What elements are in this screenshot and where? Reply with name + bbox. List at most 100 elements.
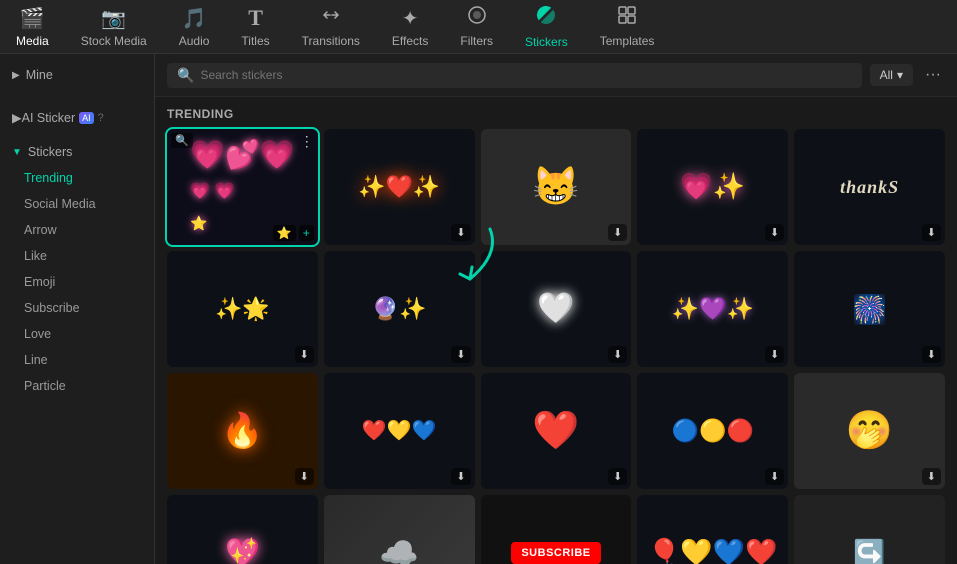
sidebar-item-arrow[interactable]: Arrow [0,217,154,243]
sidebar-section-stickers: ▼ Stickers Trending Social Media Arrow L… [0,139,154,399]
sticker-cell-cat[interactable]: 😸 ⬇ [481,129,632,245]
sidebar-item-particle[interactable]: Particle [0,373,154,399]
sidebar-stickers-header[interactable]: ▼ Stickers [0,139,154,165]
sticker-cell-pink-heart-sparkle[interactable]: 💖 ⬇ [167,495,318,564]
nav-stock-media[interactable]: 📷 Stock Media [65,0,163,54]
download-btn-2[interactable]: ⬇ [451,224,470,241]
nav-effects-label: Effects [392,34,428,48]
templates-icon [617,5,637,31]
sticker-cell-bubbles[interactable]: 🔵🟡🔴 ⬇ [637,373,788,489]
sticker-cell-arrow-like[interactable]: ↪️ ⬇ [794,495,945,564]
download-btn-13[interactable]: ⬇ [608,468,627,485]
filter-chevron-icon: ▾ [897,68,903,82]
sidebar-item-love[interactable]: Love [0,321,154,347]
sticker-cell-subscribe[interactable]: SUBSCRIBE ⬇ [481,495,632,564]
more-icon: ··· [925,66,941,83]
filter-button[interactable]: All ▾ [870,64,913,86]
nav-audio[interactable]: 🎵 Audio [163,0,226,54]
sticker-add-btn[interactable]: + [299,225,314,241]
subscribe-label: Subscribe [24,301,80,315]
trending-label: Trending [24,171,73,185]
download-btn-12[interactable]: ⬇ [451,468,470,485]
stock-media-icon: 📷 [101,6,126,31]
sticker-cell-thanks[interactable]: thankS ⬇ [794,129,945,245]
sidebar-section-ai: ▶ AI Sticker AI ? [0,96,154,139]
sticker-cell-bokeh-hearts[interactable]: ✨❤️✨ ⬇ [324,129,475,245]
nav-transitions[interactable]: Transitions [286,0,376,54]
sidebar-section-mine: ▶ Mine [0,54,154,96]
sticker-cell-fire[interactable]: 🔥 ⬇ [167,373,318,489]
sticker-cell-sparkle-heart[interactable]: 💗✨ ⬇ [637,129,788,245]
stickers-arrow-icon: ▼ [12,147,22,158]
top-navigation: 🎬 Media 📷 Stock Media 🎵 Audio T Titles T… [0,0,957,54]
nav-effects[interactable]: ✦ Effects [376,0,444,54]
sticker-cell-swirl[interactable]: 🔮✨ ⬇ [324,251,475,367]
download-btn-3[interactable]: ⬇ [608,224,627,241]
emoji-label: Emoji [24,275,55,289]
nav-media-label: Media [16,34,49,48]
sidebar-item-emoji[interactable]: Emoji [0,269,154,295]
hearts-sticker: 💗💕💗💗 💗 ⭐ [190,138,295,235]
download-btn-5[interactable]: ⬇ [922,224,941,241]
nav-templates[interactable]: Templates [584,0,671,54]
sparkle-trail-sticker: ✨🌟 [215,296,270,322]
search-bar: 🔍 All ▾ ··· [155,54,957,97]
download-btn-10[interactable]: ⬇ [922,346,941,363]
sticker-cell-sparkle-trail[interactable]: ✨🌟 ⬇ [167,251,318,367]
happy-face-sticker: 🤭 [846,409,893,453]
stickers-icon [535,4,557,32]
download-btn-9[interactable]: ⬇ [765,346,784,363]
sticker-grid-area: TRENDING 💗💕💗💗 💗 ⭐ 🔍 ⋮ ⭐ + [155,97,957,564]
sidebar-item-social-media[interactable]: Social Media [0,191,154,217]
sidebar-item-trending[interactable]: Trending [0,165,154,191]
sticker-cell-fireworks[interactable]: 🎆 ⬇ [794,251,945,367]
sticker-search-btn[interactable]: 🔍 [171,133,193,148]
ai-badge: AI [79,112,94,124]
sticker-cell-hearts[interactable]: 💗💕💗💗 💗 ⭐ 🔍 ⋮ ⭐ + [167,129,318,245]
download-btn-6[interactable]: ⬇ [295,346,314,363]
fire-sticker: 🔥 [221,411,263,451]
download-btn-14[interactable]: ⬇ [765,468,784,485]
swirl-sticker: 🔮✨ [372,296,427,322]
sticker-favorite-btn[interactable]: ⭐ [273,225,296,241]
nav-audio-label: Audio [179,34,210,48]
sidebar-stickers-label: Stickers [28,145,72,159]
nav-titles[interactable]: T Titles [225,0,285,54]
download-btn-7[interactable]: ⬇ [451,346,470,363]
bokeh-hearts-sticker: ✨❤️✨ [358,174,440,200]
sidebar-ai-sticker[interactable]: ▶ AI Sticker AI ? [0,104,154,131]
download-btn-15[interactable]: ⬇ [922,468,941,485]
fireworks-sticker: 🎆 [852,293,887,326]
love-label: Love [24,327,51,341]
main-layout: ▶ Mine ▶ AI Sticker AI ? ▼ Stickers Tren… [0,54,957,564]
sticker-cell-glow-heart[interactable]: 🤍 ⬇ [481,251,632,367]
sidebar-group-mine[interactable]: ▶ Mine [0,62,154,88]
filters-icon [467,5,487,31]
arrow-label: Arrow [24,223,57,237]
like-label: Like [24,249,47,263]
download-btn-11[interactable]: ⬇ [295,468,314,485]
sticker-cell-floating-hearts[interactable]: ❤️💛💙 ⬇ [324,373,475,489]
nav-filters[interactable]: Filters [444,0,509,54]
sticker-cell-red-heart[interactable]: ❤️ ⬇ [481,373,632,489]
search-input-wrap[interactable]: 🔍 [167,63,862,88]
nav-stock-media-label: Stock Media [81,34,147,48]
sidebar-item-subscribe[interactable]: Subscribe [0,295,154,321]
sticker-cell-purple-sparkles[interactable]: ✨💜✨ ⬇ [637,251,788,367]
particle-label: Particle [24,379,66,393]
cat-sticker: 😸 [532,165,579,209]
content-area: 🔍 All ▾ ··· TRENDING 💗💕💗💗 💗 ⭐ [155,54,957,564]
sticker-cell-happy-face[interactable]: 🤭 ⬇ [794,373,945,489]
sticker-cell-balloons[interactable]: 🎈💛💙❤️ ⬇ [637,495,788,564]
sticker-more-btn[interactable]: ⋮ [300,133,314,150]
sidebar-item-line[interactable]: Line [0,347,154,373]
more-options-button[interactable]: ··· [921,62,945,88]
search-input[interactable] [200,68,851,82]
smoke-sticker: ☁️ [379,534,419,564]
download-btn-4[interactable]: ⬇ [765,224,784,241]
nav-media[interactable]: 🎬 Media [0,0,65,54]
sidebar-item-like[interactable]: Like [0,243,154,269]
download-btn-8[interactable]: ⬇ [608,346,627,363]
sticker-cell-smoke[interactable]: ☁️ ⬇ [324,495,475,564]
nav-stickers[interactable]: Stickers [509,0,584,55]
